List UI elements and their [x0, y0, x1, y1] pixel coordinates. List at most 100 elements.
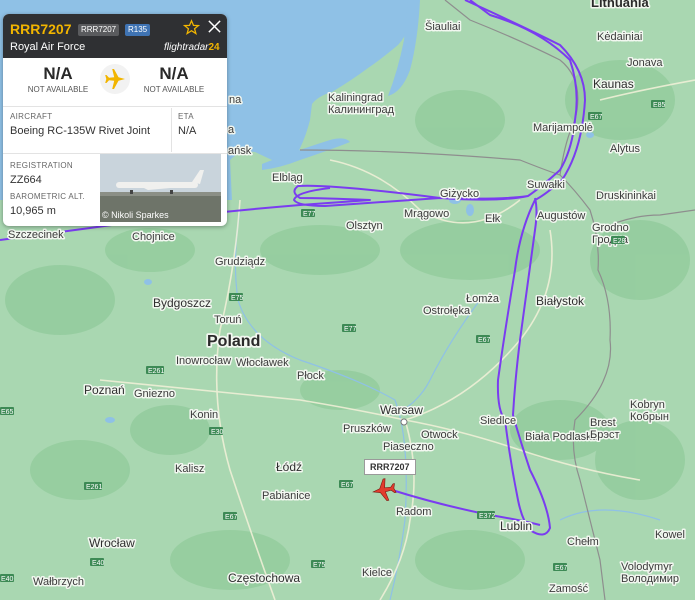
label-kobryn: Kobryn	[630, 399, 665, 411]
label-grudziadz: Grudziądz	[215, 256, 265, 268]
road-shield: E67	[476, 335, 491, 344]
road-shield: E40	[0, 574, 14, 583]
label-warsaw: Warsaw	[380, 403, 423, 417]
label-lithuania: Lithuania	[591, 0, 650, 10]
aircraft-marker[interactable]	[371, 477, 397, 503]
road-shield: E28	[611, 236, 626, 245]
svg-text:E67: E67	[590, 114, 603, 121]
aircraft-map-label[interactable]: RRR7207	[364, 459, 416, 475]
label-poland: Poland	[207, 333, 260, 350]
label-jonava: Jonava	[627, 57, 663, 69]
flightradar24-logo: flightradar24	[164, 42, 220, 53]
altitude-value: 10,965 m	[10, 205, 56, 217]
svg-text:E30: E30	[211, 429, 224, 436]
label-kaunas: Kaunas	[593, 77, 634, 91]
svg-text:E261: E261	[86, 484, 102, 491]
road-shield: E372	[477, 511, 495, 520]
svg-text:E40: E40	[92, 560, 105, 567]
callsign: RRR7207	[10, 21, 72, 37]
label-ostroleka: Ostrołęka	[423, 305, 471, 317]
destination-code: N/A	[159, 64, 189, 83]
label-kowel: Kowel	[655, 529, 685, 541]
aircraft-type-badge: R135	[125, 24, 151, 36]
svg-text:E67: E67	[555, 565, 568, 572]
label-druskininkai: Druskininkai	[596, 190, 656, 202]
label-torun: Toruń	[214, 314, 242, 326]
registration-badge: RRR7207	[78, 24, 120, 36]
label-lodz: Łódź	[276, 460, 302, 474]
favorite-star-icon[interactable]	[183, 19, 200, 36]
label-gizycko: Giżycko	[440, 188, 479, 200]
label-gdansk-partial: ańsk	[228, 145, 252, 157]
altitude-label: BAROMETRIC ALT.	[10, 192, 86, 201]
label-siauliai: Šiauliai	[425, 20, 460, 33]
destination-sub: NOT AVAILABLE	[143, 85, 205, 94]
label-kedainiai: Kėdainiai	[597, 31, 642, 43]
label-volodymyr: Volodymyr	[621, 561, 673, 573]
label-elk: Ełk	[485, 213, 501, 225]
label-partial-na: na	[229, 94, 242, 106]
svg-text:E28: E28	[613, 238, 626, 245]
label-gniezno: Gniezno	[134, 388, 175, 400]
label-wroclaw: Wrocław	[89, 536, 135, 550]
aircraft-label: AIRCRAFT	[10, 112, 53, 121]
label-pabianice: Pabianice	[262, 490, 310, 502]
label-inowroclaw: Inowrocław	[176, 355, 231, 367]
label-kaliningrad: Kaliningrad	[328, 92, 383, 104]
origin-code: N/A	[43, 64, 73, 83]
eta-label: ETA	[178, 112, 194, 121]
svg-text:E77: E77	[303, 211, 316, 218]
label-olsztyn: Olsztyn	[346, 220, 383, 232]
label-chelm: Chełm	[567, 536, 599, 548]
svg-text:E77: E77	[344, 326, 357, 333]
label-wloclawek: Włocławek	[236, 357, 289, 369]
road-shield: E75	[229, 293, 244, 302]
svg-text:E261: E261	[148, 368, 164, 375]
aircraft-photo[interactable]: © Nikoli Sparkes	[100, 154, 221, 222]
photo-credit: © Nikoli Sparkes	[102, 210, 169, 220]
label-biala-podlaska: Biała Podlaska	[525, 431, 599, 443]
label-kobryn-ru: Кобрын	[630, 411, 669, 423]
label-volodymyr-ua: Володимир	[621, 573, 679, 585]
label-poznan: Poznań	[84, 383, 125, 397]
label-brest: Brest	[590, 417, 616, 429]
label-lublin: Lublin	[500, 519, 532, 533]
label-konin: Konin	[190, 409, 218, 421]
label-plock: Płock	[297, 370, 324, 382]
svg-text:E75: E75	[313, 562, 326, 569]
road-shield: E40	[90, 558, 105, 567]
road-shield: E261	[84, 482, 102, 491]
label-walbrzych: Wałbrzych	[33, 576, 84, 588]
origin-sub: NOT AVAILABLE	[27, 85, 89, 94]
svg-text:E40: E40	[1, 576, 14, 583]
road-shield: E67	[553, 563, 568, 572]
road-shield: E77	[301, 209, 316, 218]
registration-label: REGISTRATION	[10, 161, 74, 170]
label-chojnice: Chojnice	[132, 231, 175, 243]
label-bialystok: Białystok	[536, 294, 585, 308]
label-brest-ru: Брэст	[590, 429, 620, 441]
close-icon[interactable]	[207, 19, 222, 34]
city-markers	[400, 418, 408, 426]
svg-text:E75: E75	[231, 295, 244, 302]
label-kalisz: Kalisz	[175, 463, 204, 475]
label-radom: Radom	[396, 506, 431, 518]
road-shield: E67	[339, 480, 354, 489]
label-lomza: Łomża	[466, 293, 500, 305]
label-szczecinek: Szczecinek	[8, 229, 64, 241]
label-otwock: Otwock	[421, 429, 458, 441]
road-shield: E65	[0, 407, 14, 416]
svg-text:E65: E65	[1, 409, 14, 416]
road-shield: E67	[588, 112, 603, 121]
label-alytus: Alytus	[610, 143, 640, 155]
svg-text:E67: E67	[341, 482, 354, 489]
label-siedlce: Siedlce	[480, 415, 516, 427]
svg-text:E372: E372	[479, 513, 495, 520]
label-grodno: Grodno	[592, 222, 629, 234]
panel-header: RRR7207 RRR7207 R135 Royal Air Force fli…	[3, 14, 227, 58]
label-kaliningrad-ru: Калининград	[328, 104, 395, 116]
airline-name: Royal Air Force	[10, 41, 86, 53]
road-shield: E85	[651, 100, 666, 109]
label-bydgoszcz: Bydgoszcz	[153, 296, 211, 310]
flight-info-panel[interactable]: RRR7207 RRR7207 R135 Royal Air Force fli…	[3, 14, 227, 226]
